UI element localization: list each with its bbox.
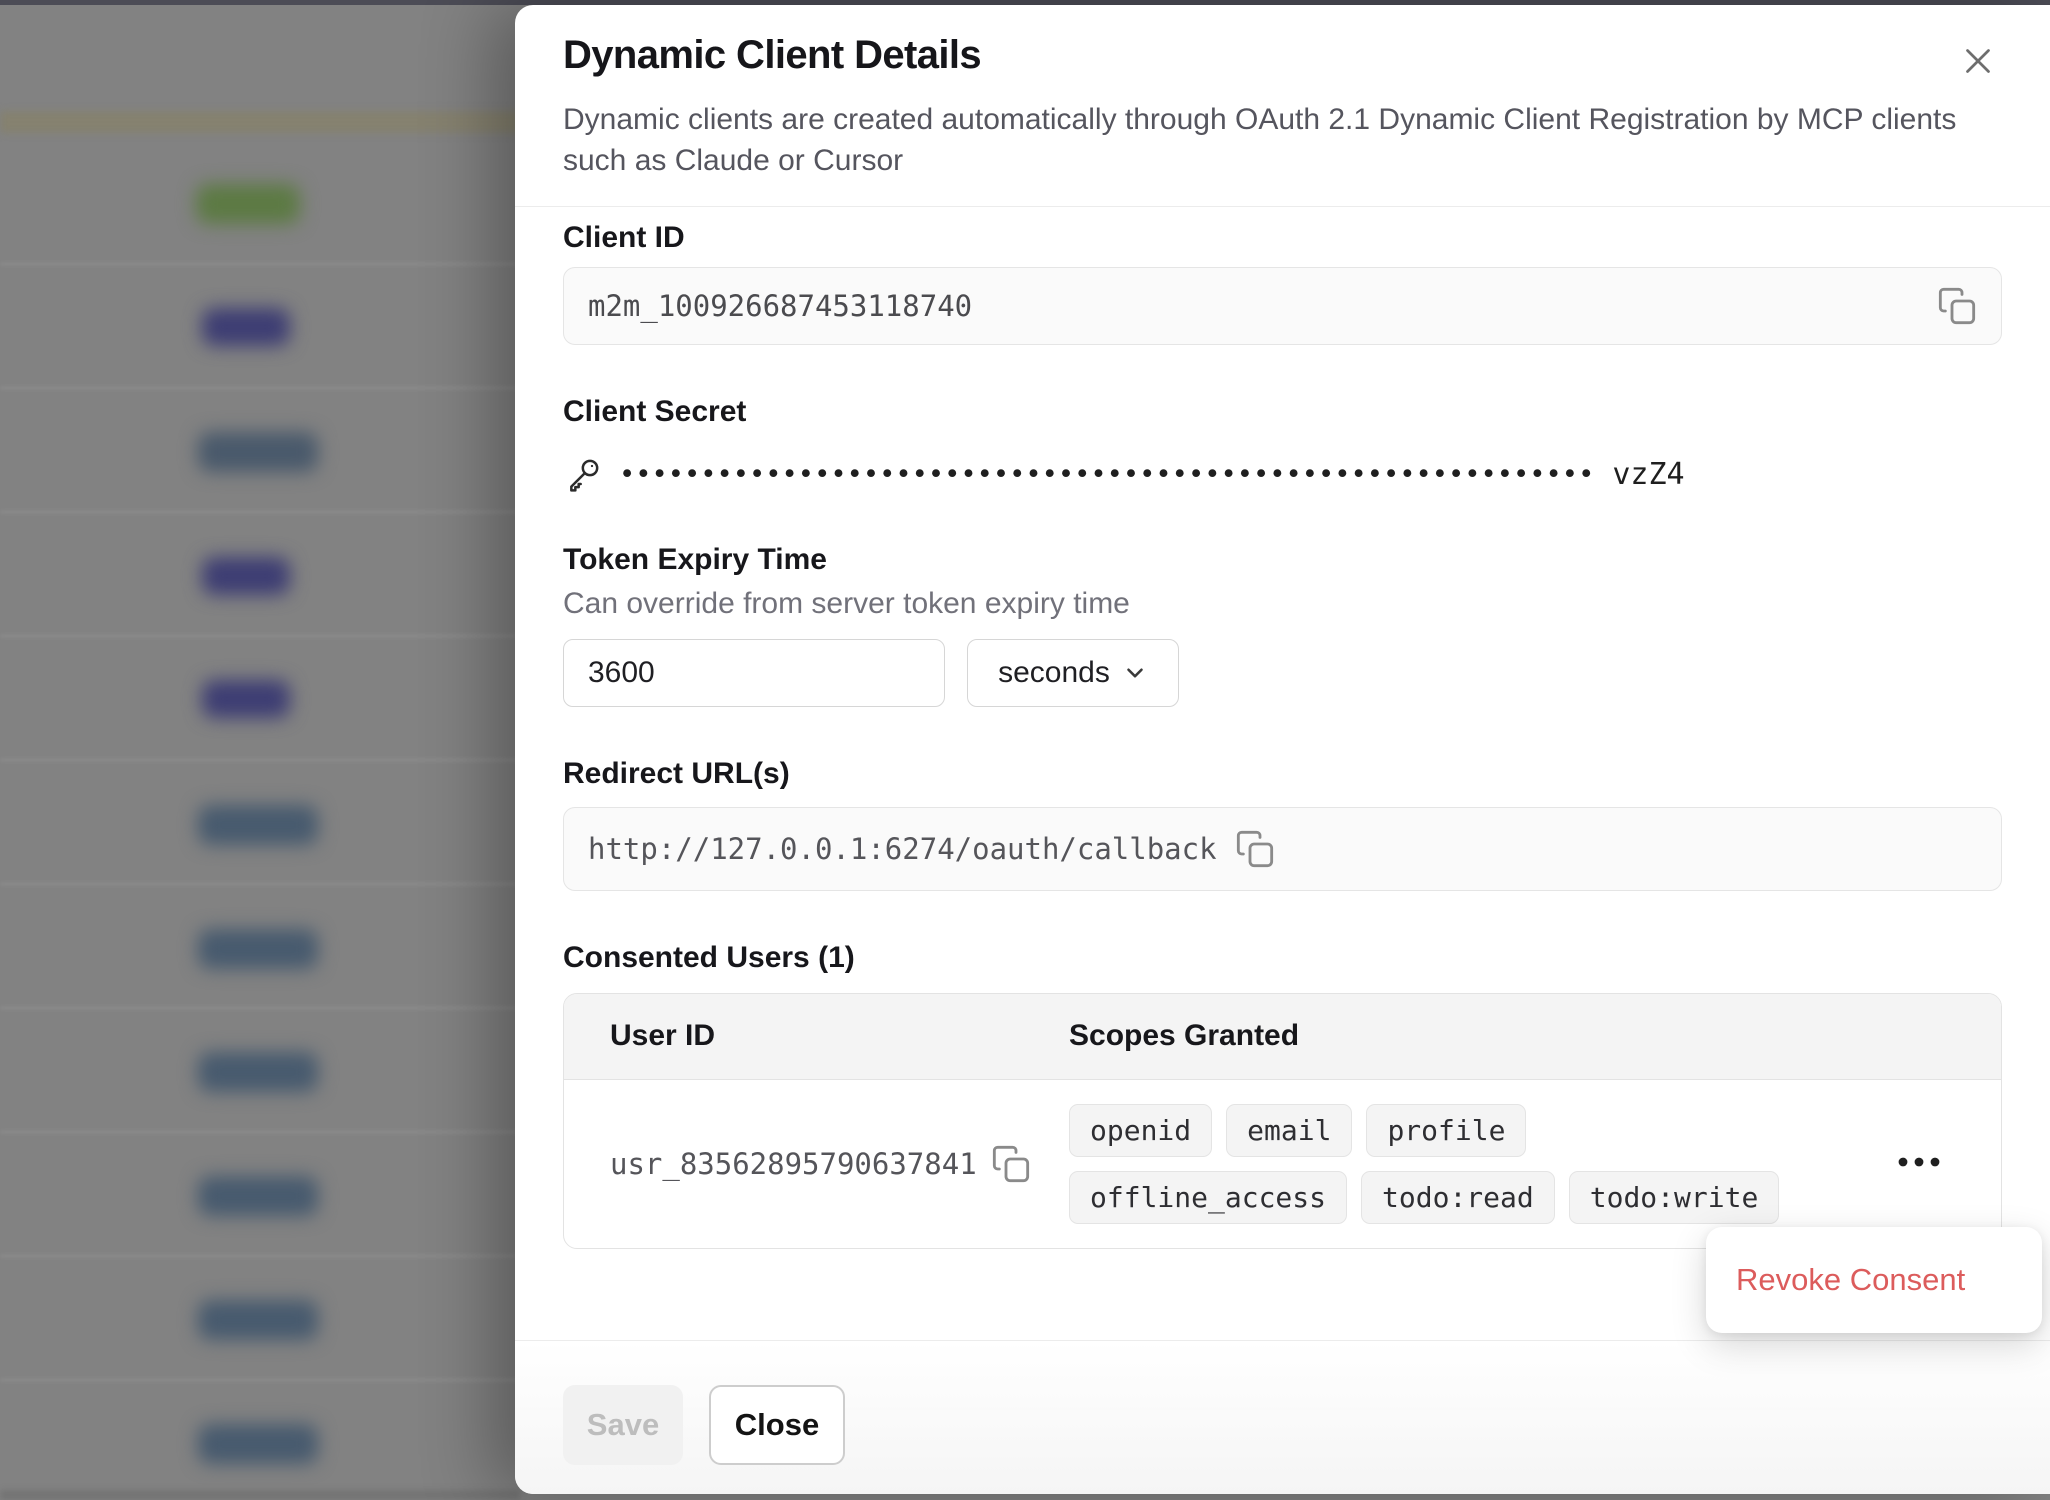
chevron-down-icon bbox=[1122, 660, 1148, 686]
background-badge-blob bbox=[202, 557, 290, 595]
copy-redirect-url-button[interactable] bbox=[1235, 829, 1275, 869]
background-badge-blob bbox=[198, 1424, 318, 1464]
user-id-cell: usr_83562895790637841 bbox=[564, 1144, 1069, 1184]
scope-chip: openid bbox=[1069, 1104, 1212, 1157]
dialog-title: Dynamic Client Details bbox=[563, 33, 1986, 78]
dialog-footer: Save Close bbox=[515, 1340, 2050, 1494]
client-secret-masked: ••••••••••••••••••••••••••••••••••••••••… bbox=[619, 459, 1594, 490]
ellipsis-icon bbox=[1897, 1156, 1941, 1168]
dynamic-client-details-dialog: Dynamic Client Details Dynamic clients a… bbox=[515, 5, 2050, 1494]
background-bottom-strip bbox=[0, 1490, 520, 1500]
dialog-content: Client ID m2m_100926687453118740 Client … bbox=[515, 207, 2050, 1249]
redirect-url-field: http://127.0.0.1:6274/oauth/callback bbox=[563, 807, 2002, 891]
key-icon bbox=[563, 455, 603, 495]
background-badge-blob bbox=[198, 432, 318, 472]
table-row: usr_83562895790637841 openid email profile… bbox=[564, 1080, 2001, 1248]
close-icon bbox=[1960, 43, 1996, 79]
copy-user-id-button[interactable] bbox=[991, 1144, 1031, 1184]
background-badge-blob bbox=[196, 184, 300, 224]
copy-icon bbox=[991, 1144, 1031, 1184]
scope-chip: email bbox=[1226, 1104, 1352, 1157]
close-button[interactable]: Close bbox=[709, 1385, 845, 1465]
background-badge-blob bbox=[202, 308, 290, 346]
background-badge-blob bbox=[198, 1052, 318, 1092]
client-secret-label: Client Secret bbox=[563, 395, 2002, 429]
scope-chip: offline_access bbox=[1069, 1171, 1347, 1224]
background-badge-blob bbox=[202, 680, 290, 718]
client-secret-suffix: vzZ4 bbox=[1612, 457, 1684, 492]
token-expiry-label: Token Expiry Time bbox=[563, 543, 2002, 577]
consented-users-header-row: User ID Scopes Granted bbox=[564, 994, 2001, 1080]
save-button[interactable]: Save bbox=[563, 1385, 683, 1465]
dialog-description: Dynamic clients are created automaticall… bbox=[563, 100, 1963, 182]
dialog-header: Dynamic Client Details Dynamic clients a… bbox=[515, 5, 2050, 207]
copy-icon bbox=[1235, 829, 1275, 869]
background-badge-blob bbox=[198, 1176, 318, 1216]
client-id-field: m2m_100926687453118740 bbox=[563, 267, 2002, 345]
close-dialog-button[interactable] bbox=[1956, 39, 2000, 83]
consented-users-heading: Consented Users (1) bbox=[563, 941, 2002, 975]
scope-chip: profile bbox=[1366, 1104, 1526, 1157]
user-id-value: usr_83562895790637841 bbox=[610, 1147, 977, 1181]
client-id-label: Client ID bbox=[563, 221, 2002, 255]
consented-users-table: User ID Scopes Granted usr_8356289579063… bbox=[563, 993, 2002, 1249]
redirect-url-value: http://127.0.0.1:6274/oauth/callback bbox=[588, 832, 1217, 866]
token-expiry-unit-value: seconds bbox=[998, 656, 1110, 690]
background-badge-blob bbox=[198, 805, 318, 845]
redirect-urls-label: Redirect URL(s) bbox=[563, 757, 2002, 791]
background-badge-blob bbox=[198, 929, 318, 969]
row-actions-menu-button[interactable] bbox=[1889, 1148, 1949, 1179]
row-actions-menu: Revoke Consent bbox=[1706, 1227, 2042, 1333]
scope-chip: todo:write bbox=[1569, 1171, 1780, 1224]
client-id-value: m2m_100926687453118740 bbox=[588, 289, 972, 323]
token-expiry-unit-select[interactable]: seconds bbox=[967, 639, 1179, 707]
revoke-consent-menu-item[interactable]: Revoke Consent bbox=[1736, 1262, 1965, 1298]
background-badge-blob bbox=[198, 1300, 318, 1340]
client-secret-row: ••••••••••••••••••••••••••••••••••••••••… bbox=[563, 455, 2002, 495]
token-expiry-input[interactable] bbox=[563, 639, 945, 707]
column-header-user-id: User ID bbox=[564, 1019, 1069, 1053]
column-header-scopes: Scopes Granted bbox=[1069, 1019, 2001, 1053]
token-expiry-helper: Can override from server token expiry ti… bbox=[563, 585, 2002, 623]
background-banner-blur bbox=[0, 111, 520, 133]
scope-chip: todo:read bbox=[1361, 1171, 1555, 1224]
copy-client-id-button[interactable] bbox=[1937, 286, 1977, 326]
token-expiry-row: seconds bbox=[563, 639, 2002, 707]
scopes-cell: openid email profile offline_access todo:rea… bbox=[1069, 1104, 1809, 1224]
copy-icon bbox=[1937, 286, 1977, 326]
